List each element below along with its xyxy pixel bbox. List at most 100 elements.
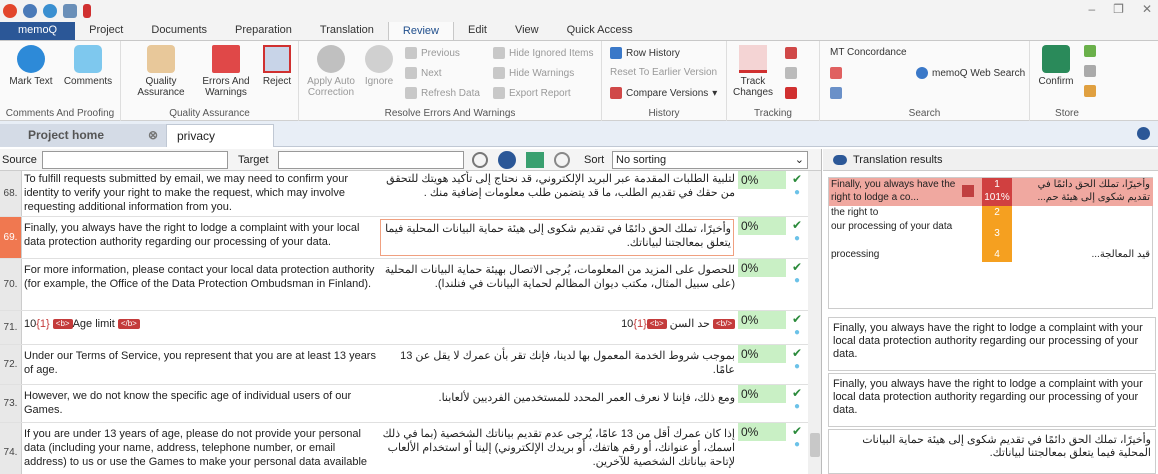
accept-change-button[interactable] [785,67,797,79]
layout-icon[interactable] [63,4,77,18]
apply-auto-correction-button[interactable]: Apply Auto Correction [303,43,359,98]
tab-privacy-policy[interactable]: privacy policy.txt ✕ [166,124,274,165]
tab-documents[interactable]: Documents [137,21,221,40]
minimize-icon[interactable]: – [1088,2,1095,16]
tab-project-home[interactable]: Project home ⊗ [0,124,166,147]
document-check-icon [785,47,797,59]
source-preview: Finally, you always have the right to lo… [828,317,1156,371]
check-icon [785,67,797,79]
search-icon[interactable] [472,151,488,168]
result-row[interactable]: Finally, you always have the right to lo… [829,178,1153,206]
microphone-icon[interactable] [83,4,91,18]
comment-icon[interactable]: ● [790,438,804,452]
concordance-icon [830,67,842,79]
filter-icon[interactable] [526,151,544,168]
comments-button[interactable]: Comments [60,43,116,87]
ignore-icon [365,45,393,73]
table-row[interactable]: 72. Under our Terms of Service, you repr… [0,345,821,385]
ribbon-tabs: memoQ Project Documents Preparation Tran… [0,21,1158,41]
match-preview: Finally, you always have the right to lo… [828,373,1156,427]
errors-warnings-button[interactable]: Errors And Warnings [197,43,255,98]
group-tracking: Track Changes Tracking [727,41,820,121]
track-changes-button[interactable]: Track Changes [731,43,775,98]
hide-warnings-button[interactable]: Hide Warnings [493,67,574,79]
row-history-button[interactable]: Row History [610,47,680,59]
target-filter-input[interactable] [278,150,464,169]
lookup-button[interactable] [830,87,842,99]
source-filter-input[interactable] [42,150,228,169]
compare-versions-button[interactable]: Compare Versions ▾ [610,87,717,99]
table-row-active[interactable]: 69. Finally, you always have the right t… [0,217,821,259]
tab-translation[interactable]: Translation [306,21,388,40]
confirm-icon [1042,45,1070,73]
quick-add-button[interactable] [1084,85,1096,97]
result-row[interactable]: processing 4 قيد المعالجة... [829,248,1153,262]
maximize-icon[interactable]: ❐ [1113,2,1124,16]
ignore-button[interactable]: Ignore [361,43,397,87]
tab-preparation[interactable]: Preparation [221,21,306,40]
web-search-button[interactable]: memoQ Web Search [916,67,1025,79]
previous-button[interactable]: Previous [405,47,460,59]
table-row[interactable]: 70. For more information, please contact… [0,259,821,311]
close-icon[interactable]: ⊗ [148,124,158,146]
comment-icon[interactable]: ● [790,326,804,340]
quality-assurance-button[interactable]: Quality Assurance [131,43,191,98]
edit-icon [962,185,974,197]
reset-version-button[interactable]: Reset To Earlier Version [610,67,717,78]
add-entry-button[interactable] [1084,65,1096,77]
tab-view[interactable]: View [501,21,553,40]
segment-source: 10{1} <b> Age limit </b> [24,317,376,331]
gear-icon[interactable] [498,150,516,169]
clear-filter-icon[interactable] [554,151,570,168]
tab-quick-access[interactable]: Quick Access [553,21,647,40]
scrollbar-thumb[interactable] [810,433,820,457]
result-row[interactable]: our processing of your data 3 [829,220,1153,248]
table-row[interactable]: 73. However, we do not know the specific… [0,385,821,423]
comment-icon[interactable]: ● [790,186,804,200]
next-change-button[interactable] [785,87,797,99]
sort-select[interactable]: No sorting ⌄ [612,150,808,169]
tab-project[interactable]: Project [75,21,137,40]
result-row[interactable]: the right to 2 [829,206,1153,220]
translation-grid: Source Target Sort No sorting ⌄ 68. To f… [0,149,822,474]
table-row[interactable]: 71. 10{1} <b> Age limit </b> </b> حد السن… [0,311,821,345]
reject-icon [263,45,291,73]
export-report-button[interactable]: Export Report [493,87,571,99]
tab-menu-icon[interactable] [1137,127,1150,140]
add-term-button[interactable] [1084,45,1096,57]
table-row[interactable]: 68. To fulfill requests submitted by ema… [0,171,821,217]
mark-text-button[interactable]: Mark Text [6,43,56,87]
tab-edit[interactable]: Edit [454,21,501,40]
comment-icon[interactable]: ● [790,360,804,374]
hide-ignored-button[interactable]: Hide Ignored Items [493,47,594,59]
arrow-left-icon [405,47,417,59]
tab-review[interactable]: Review [387,21,454,40]
group-store: Confirm Store [1030,41,1104,121]
next-button[interactable]: Next [405,67,442,79]
accept-document-button[interactable] [785,47,797,59]
status-icon: ✔ ● [790,260,804,288]
quick-access-toolbar [0,4,91,18]
group-comments: Mark Text Comments Comments And Proofing [0,41,121,121]
close-icon[interactable]: ✕ [1142,2,1152,16]
settings-icon[interactable] [43,4,57,18]
comment-icon[interactable]: ● [790,274,804,288]
table-row[interactable]: 74. If you are under 13 years of age, pl… [0,423,821,474]
confirm-button[interactable]: Confirm [1036,43,1076,87]
refresh-data-button[interactable]: Refresh Data [405,87,480,99]
plus-icon [1084,45,1096,57]
comment-icon[interactable]: ● [790,232,804,246]
tag-open: <b> [52,319,73,330]
memoq-logo-icon [3,4,17,18]
tab-memoq[interactable]: memoQ [0,21,76,40]
segment-target[interactable]: </b> حد السن <b>{1}10 [381,317,735,331]
refresh-icon[interactable] [23,4,37,18]
comment-icon[interactable]: ● [790,400,804,414]
status-icon: ✔ ● [790,386,804,414]
grid-scrollbar[interactable] [808,171,821,474]
concordance-button[interactable] [830,67,842,79]
segment-rows: 68. To fulfill requests submitted by ema… [0,171,821,474]
reject-button[interactable]: Reject [259,43,295,87]
filter-bar: Source Target Sort No sorting ⌄ [0,149,821,171]
mt-concordance-button[interactable]: MT Concordance [830,47,907,58]
